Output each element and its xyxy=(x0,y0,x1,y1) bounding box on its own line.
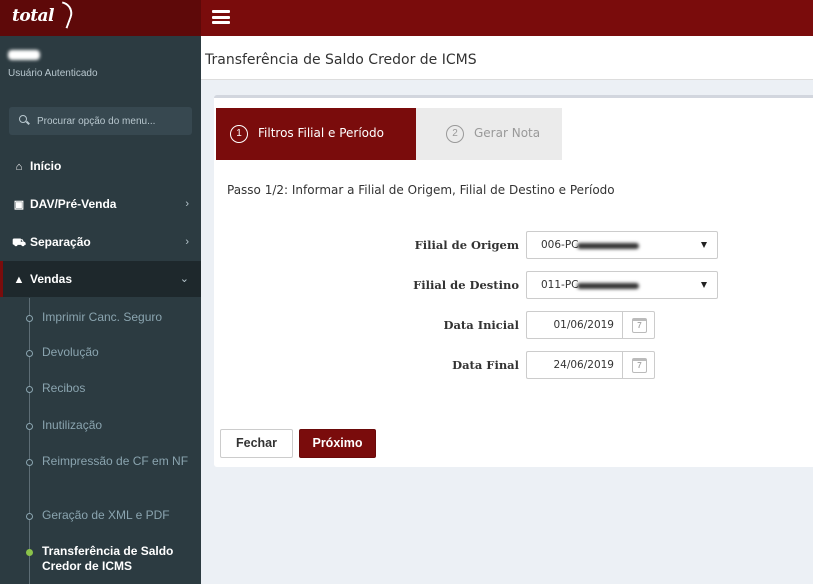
shopping-bag-icon: ▲ xyxy=(13,274,25,286)
submenu-item-label: Inutilização xyxy=(42,418,103,432)
sidebar: Usuário Autenticado ⌂ Início ▣ DAV/Pré-Ven… xyxy=(0,36,201,584)
logo-text: total xyxy=(12,6,55,26)
user-panel: Usuário Autenticado xyxy=(0,36,201,94)
circle-icon xyxy=(26,423,33,430)
end-date-input[interactable]: 24/06/2019 xyxy=(526,351,622,379)
redacted-text xyxy=(577,243,639,249)
top-navbar: total xyxy=(0,0,813,36)
menu-search xyxy=(9,107,192,135)
caret-down-icon xyxy=(701,242,707,248)
menu-search-input[interactable] xyxy=(37,107,187,135)
main-content: Transferência de Saldo Credor de ICMS 1 … xyxy=(201,36,813,584)
submenu-item-label: Imprimir Canc. Seguro xyxy=(42,310,163,324)
submenu-item-inutilizacao[interactable]: Inutilização xyxy=(0,418,201,433)
page-title: Transferência de Saldo Credor de ICMS xyxy=(205,52,477,68)
submenu-item-label: Recibos xyxy=(42,381,86,395)
active-dot-icon xyxy=(26,549,33,556)
destination-branch-select[interactable]: 011-PC xyxy=(526,271,718,299)
submenu-item-label: Geração de XML e PDF xyxy=(42,508,170,522)
submenu-item-label: Devolução xyxy=(42,345,99,359)
wizard-box: 1 Filtros Filial e Período 2 Gerar Nota … xyxy=(214,95,813,467)
wizard-step-2[interactable]: 2 Gerar Nota xyxy=(416,108,562,160)
caret-down-icon xyxy=(701,282,707,288)
start-date-input[interactable]: 01/06/2019 xyxy=(526,311,622,339)
origin-branch-label: Filial de Origem xyxy=(414,238,519,252)
sidebar-item-separacao[interactable]: ⛟ Separação › xyxy=(0,224,201,260)
page-header: Transferência de Saldo Credor de ICMS xyxy=(201,36,813,80)
calendar-icon: 7 xyxy=(632,318,647,333)
home-icon: ⌂ xyxy=(15,161,23,173)
submenu-item-label: Transferência de Saldo Credor de ICMS xyxy=(42,544,174,573)
step-number: 1 xyxy=(230,125,248,143)
step-label: Gerar Nota xyxy=(474,126,541,140)
circle-icon xyxy=(26,315,33,322)
truck-icon: ⛟ xyxy=(12,237,26,249)
submenu-vendas: Imprimir Canc. Seguro Devolução Recibos … xyxy=(0,298,201,584)
submenu-item-recibos[interactable]: Recibos xyxy=(0,381,201,396)
step-label: Filtros Filial e Período xyxy=(258,126,384,140)
step-instruction: Passo 1/2: Informar a Filial de Origem, … xyxy=(227,183,615,197)
sidebar-item-vendas[interactable]: ▲ Vendas ⌄ xyxy=(0,261,201,297)
redacted-text xyxy=(577,283,639,289)
submenu-item-imprimir-canc-seguro[interactable]: Imprimir Canc. Seguro xyxy=(0,310,201,325)
close-button[interactable]: Fechar xyxy=(220,429,293,458)
origin-branch-row: Filial de Origem 006-PC xyxy=(214,231,813,259)
start-date-row: Data Inicial 01/06/2019 7 xyxy=(214,311,813,339)
chevron-right-icon: › xyxy=(185,198,189,210)
sidebar-item-label: Início xyxy=(30,159,62,173)
chevron-down-icon: ⌄ xyxy=(179,273,189,285)
select-value: 006-PC xyxy=(541,239,579,251)
search-icon xyxy=(19,115,27,123)
chevron-right-icon: › xyxy=(185,236,189,248)
submenu-item-label: Reimpressão de CF em NF xyxy=(42,454,189,468)
destination-branch-row: Filial de Destino 011-PC xyxy=(214,271,813,299)
sidebar-item-label: DAV/Pré-Venda xyxy=(30,197,117,211)
sidebar-item-dav-pre-venda[interactable]: ▣ DAV/Pré-Venda › xyxy=(0,186,201,222)
sidebar-item-label: Vendas xyxy=(30,272,73,286)
sidebar-item-label: Separação xyxy=(30,235,91,249)
date-value: 24/06/2019 xyxy=(553,359,614,371)
select-value: 011-PC xyxy=(541,279,579,291)
next-button[interactable]: Próximo xyxy=(299,429,376,458)
submenu-item-reimpressao-cf-nf[interactable]: Reimpressão de CF em NF xyxy=(0,454,201,469)
start-date-label: Data Inicial xyxy=(443,318,520,332)
brand-logo[interactable]: total xyxy=(0,0,201,36)
circle-icon xyxy=(26,459,33,466)
origin-branch-select[interactable]: 006-PC xyxy=(526,231,718,259)
logo-swoosh-icon xyxy=(54,1,76,29)
user-status: Usuário Autenticado xyxy=(8,68,98,79)
user-name-redacted xyxy=(8,50,40,60)
circle-icon xyxy=(26,350,33,357)
destination-branch-label: Filial de Destino xyxy=(413,278,519,292)
calendar-icon: 7 xyxy=(632,358,647,373)
end-date-calendar-button[interactable]: 7 xyxy=(622,351,655,379)
submenu-tree-line xyxy=(29,298,30,584)
date-value: 01/06/2019 xyxy=(553,319,614,331)
circle-icon xyxy=(26,513,33,520)
wizard-step-1[interactable]: 1 Filtros Filial e Período xyxy=(216,108,430,160)
end-date-row: Data Final 24/06/2019 7 xyxy=(214,351,813,379)
start-date-calendar-button[interactable]: 7 xyxy=(622,311,655,339)
submenu-item-devolucao[interactable]: Devolução xyxy=(0,345,201,360)
submenu-item-transferencia-saldo-icms[interactable]: Transferência de Saldo Credor de ICMS xyxy=(0,544,201,574)
sidebar-item-inicio[interactable]: ⌂ Início xyxy=(0,148,201,184)
end-date-label: Data Final xyxy=(452,358,519,372)
submenu-item-geracao-xml-pdf[interactable]: Geração de XML e PDF xyxy=(0,508,201,523)
circle-icon xyxy=(26,386,33,393)
register-icon: ▣ xyxy=(13,199,25,211)
step-number: 2 xyxy=(446,125,464,143)
menu-toggle-icon[interactable] xyxy=(212,10,230,24)
